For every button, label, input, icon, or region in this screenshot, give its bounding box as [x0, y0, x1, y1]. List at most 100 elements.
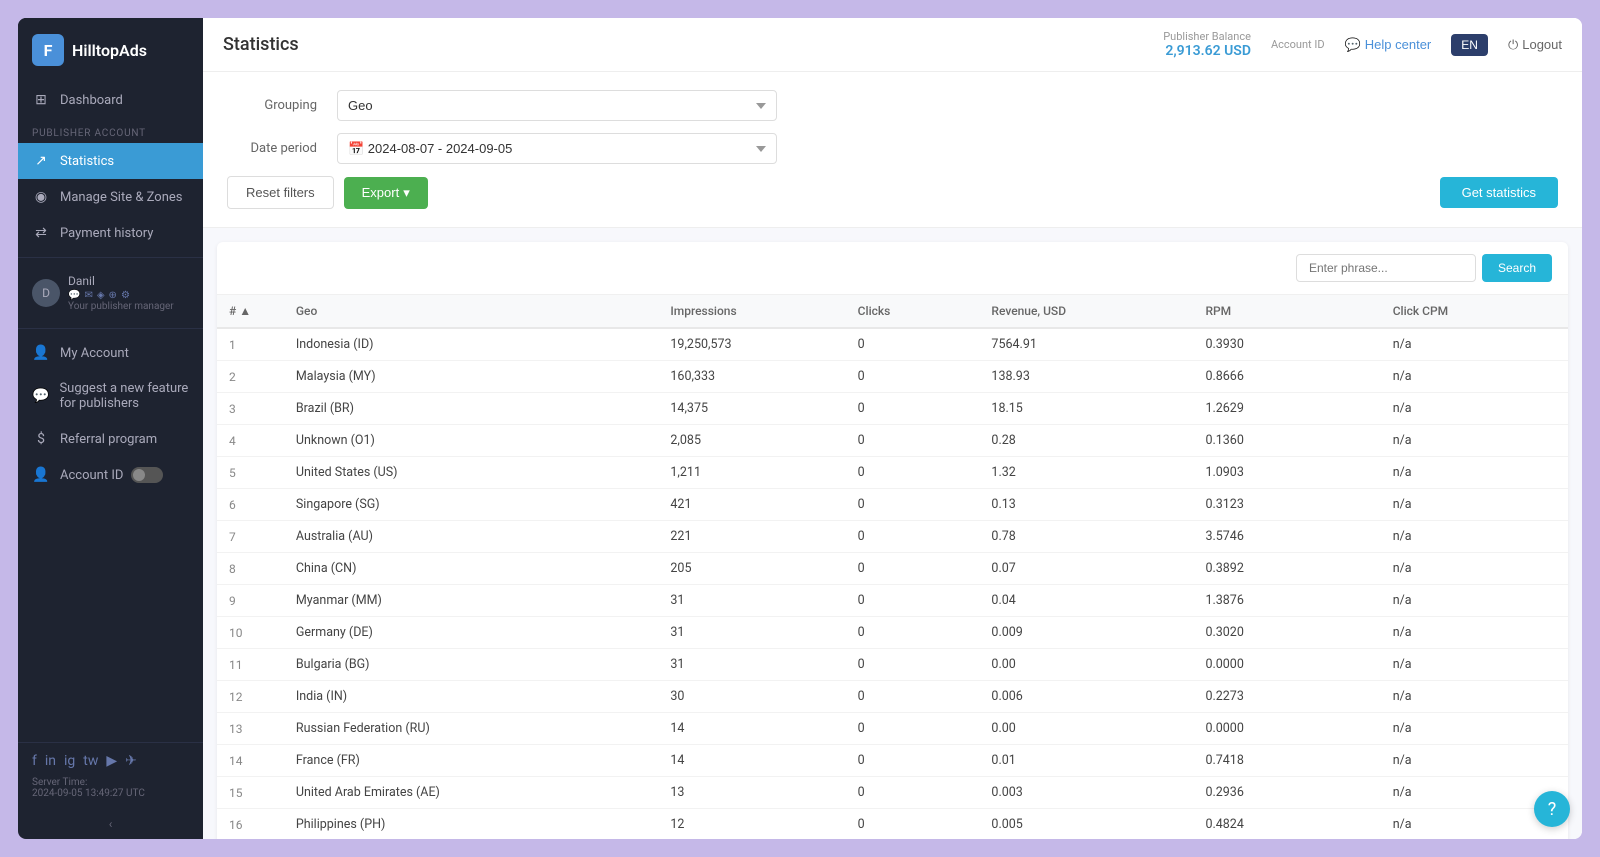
- cell-revenue: 18.15: [979, 393, 1193, 425]
- language-button[interactable]: EN: [1451, 34, 1488, 56]
- sidebar-item-manage-sites[interactable]: ◉ Manage Site & Zones: [18, 179, 203, 215]
- cell-revenue: 0.00: [979, 649, 1193, 681]
- logo-icon: F: [32, 34, 64, 66]
- referral-icon: $: [32, 431, 50, 447]
- get-statistics-button[interactable]: Get statistics: [1440, 177, 1558, 208]
- cell-geo: Philippines (PH): [284, 809, 659, 840]
- account-id-header-label: Account ID: [1271, 38, 1325, 51]
- logout-label: Logout: [1522, 37, 1562, 52]
- cell-rpm: 0.4824: [1193, 809, 1380, 840]
- cell-revenue: 0.04: [979, 585, 1193, 617]
- cell-geo: Australia (AU): [284, 521, 659, 553]
- sidebar-item-my-account[interactable]: 👤 My Account: [18, 335, 203, 371]
- cell-clicks: 0: [846, 745, 980, 777]
- account-id-switch[interactable]: [131, 467, 163, 483]
- cell-clicks: 0: [846, 809, 980, 840]
- export-label: Export: [362, 185, 400, 200]
- cell-clicks: 0: [846, 328, 980, 361]
- cell-rpm: 0.3892: [1193, 553, 1380, 585]
- help-icon: 💬: [1345, 37, 1361, 53]
- cell-rpm: 0.1360: [1193, 425, 1380, 457]
- grouping-row: Grouping Geo Site Zone: [227, 90, 1558, 121]
- cell-impressions: 1,211: [658, 457, 845, 489]
- search-input[interactable]: [1296, 254, 1476, 282]
- cell-revenue: 0.003: [979, 777, 1193, 809]
- balance-label: Publisher Balance: [1163, 30, 1251, 43]
- sidebar-item-dashboard[interactable]: ⊞ Dashboard: [18, 82, 203, 118]
- col-header-geo[interactable]: Geo: [284, 295, 659, 328]
- cell-num: 9: [217, 585, 284, 617]
- cell-clicks: 0: [846, 649, 980, 681]
- sidebar-item-statistics[interactable]: ↗ Statistics: [18, 143, 203, 179]
- cell-impressions: 30: [658, 681, 845, 713]
- cell-geo: United Arab Emirates (AE): [284, 777, 659, 809]
- table-row: 15 United Arab Emirates (AE) 13 0 0.003 …: [217, 777, 1568, 809]
- sidebar-item-referral[interactable]: $ Referral program: [18, 421, 203, 457]
- table-row: 6 Singapore (SG) 421 0 0.13 0.3123 n/a: [217, 489, 1568, 521]
- email-icon[interactable]: ✉: [84, 290, 92, 301]
- help-fab-button[interactable]: ?: [1534, 791, 1570, 827]
- instagram-icon[interactable]: ig: [64, 753, 75, 769]
- table-row: 8 China (CN) 205 0 0.07 0.3892 n/a: [217, 553, 1568, 585]
- content-area: Grouping Geo Site Zone Date period 📅 202…: [203, 72, 1582, 839]
- facebook-icon[interactable]: f: [32, 753, 37, 769]
- col-header-impressions[interactable]: Impressions: [658, 295, 845, 328]
- youtube-icon[interactable]: ▶: [106, 753, 117, 769]
- filter-panel: Grouping Geo Site Zone Date period 📅 202…: [203, 72, 1582, 228]
- sidebar-collapse-btn[interactable]: ‹: [18, 809, 203, 839]
- top-bar: Statistics Publisher Balance 2,913.62 US…: [203, 18, 1582, 72]
- linkedin-icon[interactable]: in: [45, 753, 56, 769]
- cell-impressions: 31: [658, 649, 845, 681]
- chat-icon[interactable]: 💬: [68, 290, 80, 301]
- search-button[interactable]: Search: [1482, 254, 1552, 282]
- table-row: 14 France (FR) 14 0 0.01 0.7418 n/a: [217, 745, 1568, 777]
- cell-num: 10: [217, 617, 284, 649]
- cell-rpm: 1.3876: [1193, 585, 1380, 617]
- sidebar-item-label: Referral program: [60, 432, 157, 447]
- col-header-clicks[interactable]: Clicks: [846, 295, 980, 328]
- logo[interactable]: F HilltopAds: [18, 18, 203, 82]
- telegram-icon[interactable]: ✈: [125, 753, 137, 769]
- cell-impressions: 160,333: [658, 361, 845, 393]
- table-toolbar: Search: [217, 242, 1568, 295]
- reset-filters-button[interactable]: Reset filters: [227, 176, 334, 209]
- cell-geo: Unknown (O1): [284, 425, 659, 457]
- grouping-select[interactable]: Geo Site Zone: [337, 90, 777, 121]
- table-row: 9 Myanmar (MM) 31 0 0.04 1.3876 n/a: [217, 585, 1568, 617]
- page-title: Statistics: [223, 34, 299, 55]
- manager-block: D Danil 💬 ✉ ◈ ⊕ ⚙ Your publisher manager: [18, 264, 203, 322]
- cell-num: 15: [217, 777, 284, 809]
- cell-clicks: 0: [846, 361, 980, 393]
- cell-impressions: 221: [658, 521, 845, 553]
- cell-rpm: 0.2273: [1193, 681, 1380, 713]
- col-header-rpm[interactable]: RPM: [1193, 295, 1380, 328]
- export-button[interactable]: Export ▾: [344, 177, 428, 209]
- server-time-value: 2024-09-05 13:49:27 UTC: [32, 788, 189, 799]
- logout-button[interactable]: ⏻ Logout: [1508, 37, 1562, 53]
- manager-sub: Your publisher manager: [68, 301, 174, 312]
- table-row: 11 Bulgaria (BG) 31 0 0.00 0.0000 n/a: [217, 649, 1568, 681]
- help-center-button[interactable]: 💬 Help center: [1345, 37, 1432, 53]
- cell-clicks: 0: [846, 457, 980, 489]
- sidebar-item-suggest[interactable]: 💬 Suggest a new feature for publishers: [18, 371, 203, 421]
- col-header-cpm[interactable]: Click CPM: [1381, 295, 1568, 328]
- cell-cpm: n/a: [1381, 393, 1568, 425]
- sidebar-item-account-id[interactable]: 👤 Account ID: [18, 457, 203, 493]
- skype-icon[interactable]: ◈: [97, 290, 105, 301]
- sidebar-item-label: Statistics: [60, 154, 114, 169]
- cell-num: 6: [217, 489, 284, 521]
- manager-info: Danil 💬 ✉ ◈ ⊕ ⚙ Your publisher manager: [68, 274, 174, 312]
- twitter-icon[interactable]: tw: [83, 753, 98, 769]
- cell-geo: Singapore (SG): [284, 489, 659, 521]
- date-period-select[interactable]: 📅 2024-08-07 - 2024-09-05: [337, 133, 777, 164]
- sidebar-item-payment-history[interactable]: ⇄ Payment history: [18, 215, 203, 251]
- cell-geo: United States (US): [284, 457, 659, 489]
- settings-icon[interactable]: ⚙: [121, 290, 130, 301]
- my-account-icon: 👤: [32, 345, 50, 361]
- cell-num: 4: [217, 425, 284, 457]
- date-period-row: Date period 📅 2024-08-07 - 2024-09-05: [227, 133, 1558, 164]
- profile-icon[interactable]: ⊕: [109, 290, 117, 301]
- sidebar: F HilltopAds ⊞ Dashboard PUBLISHER ACCOU…: [18, 18, 203, 839]
- logout-icon: ⏻: [1508, 37, 1518, 53]
- col-header-revenue[interactable]: Revenue, USD: [979, 295, 1193, 328]
